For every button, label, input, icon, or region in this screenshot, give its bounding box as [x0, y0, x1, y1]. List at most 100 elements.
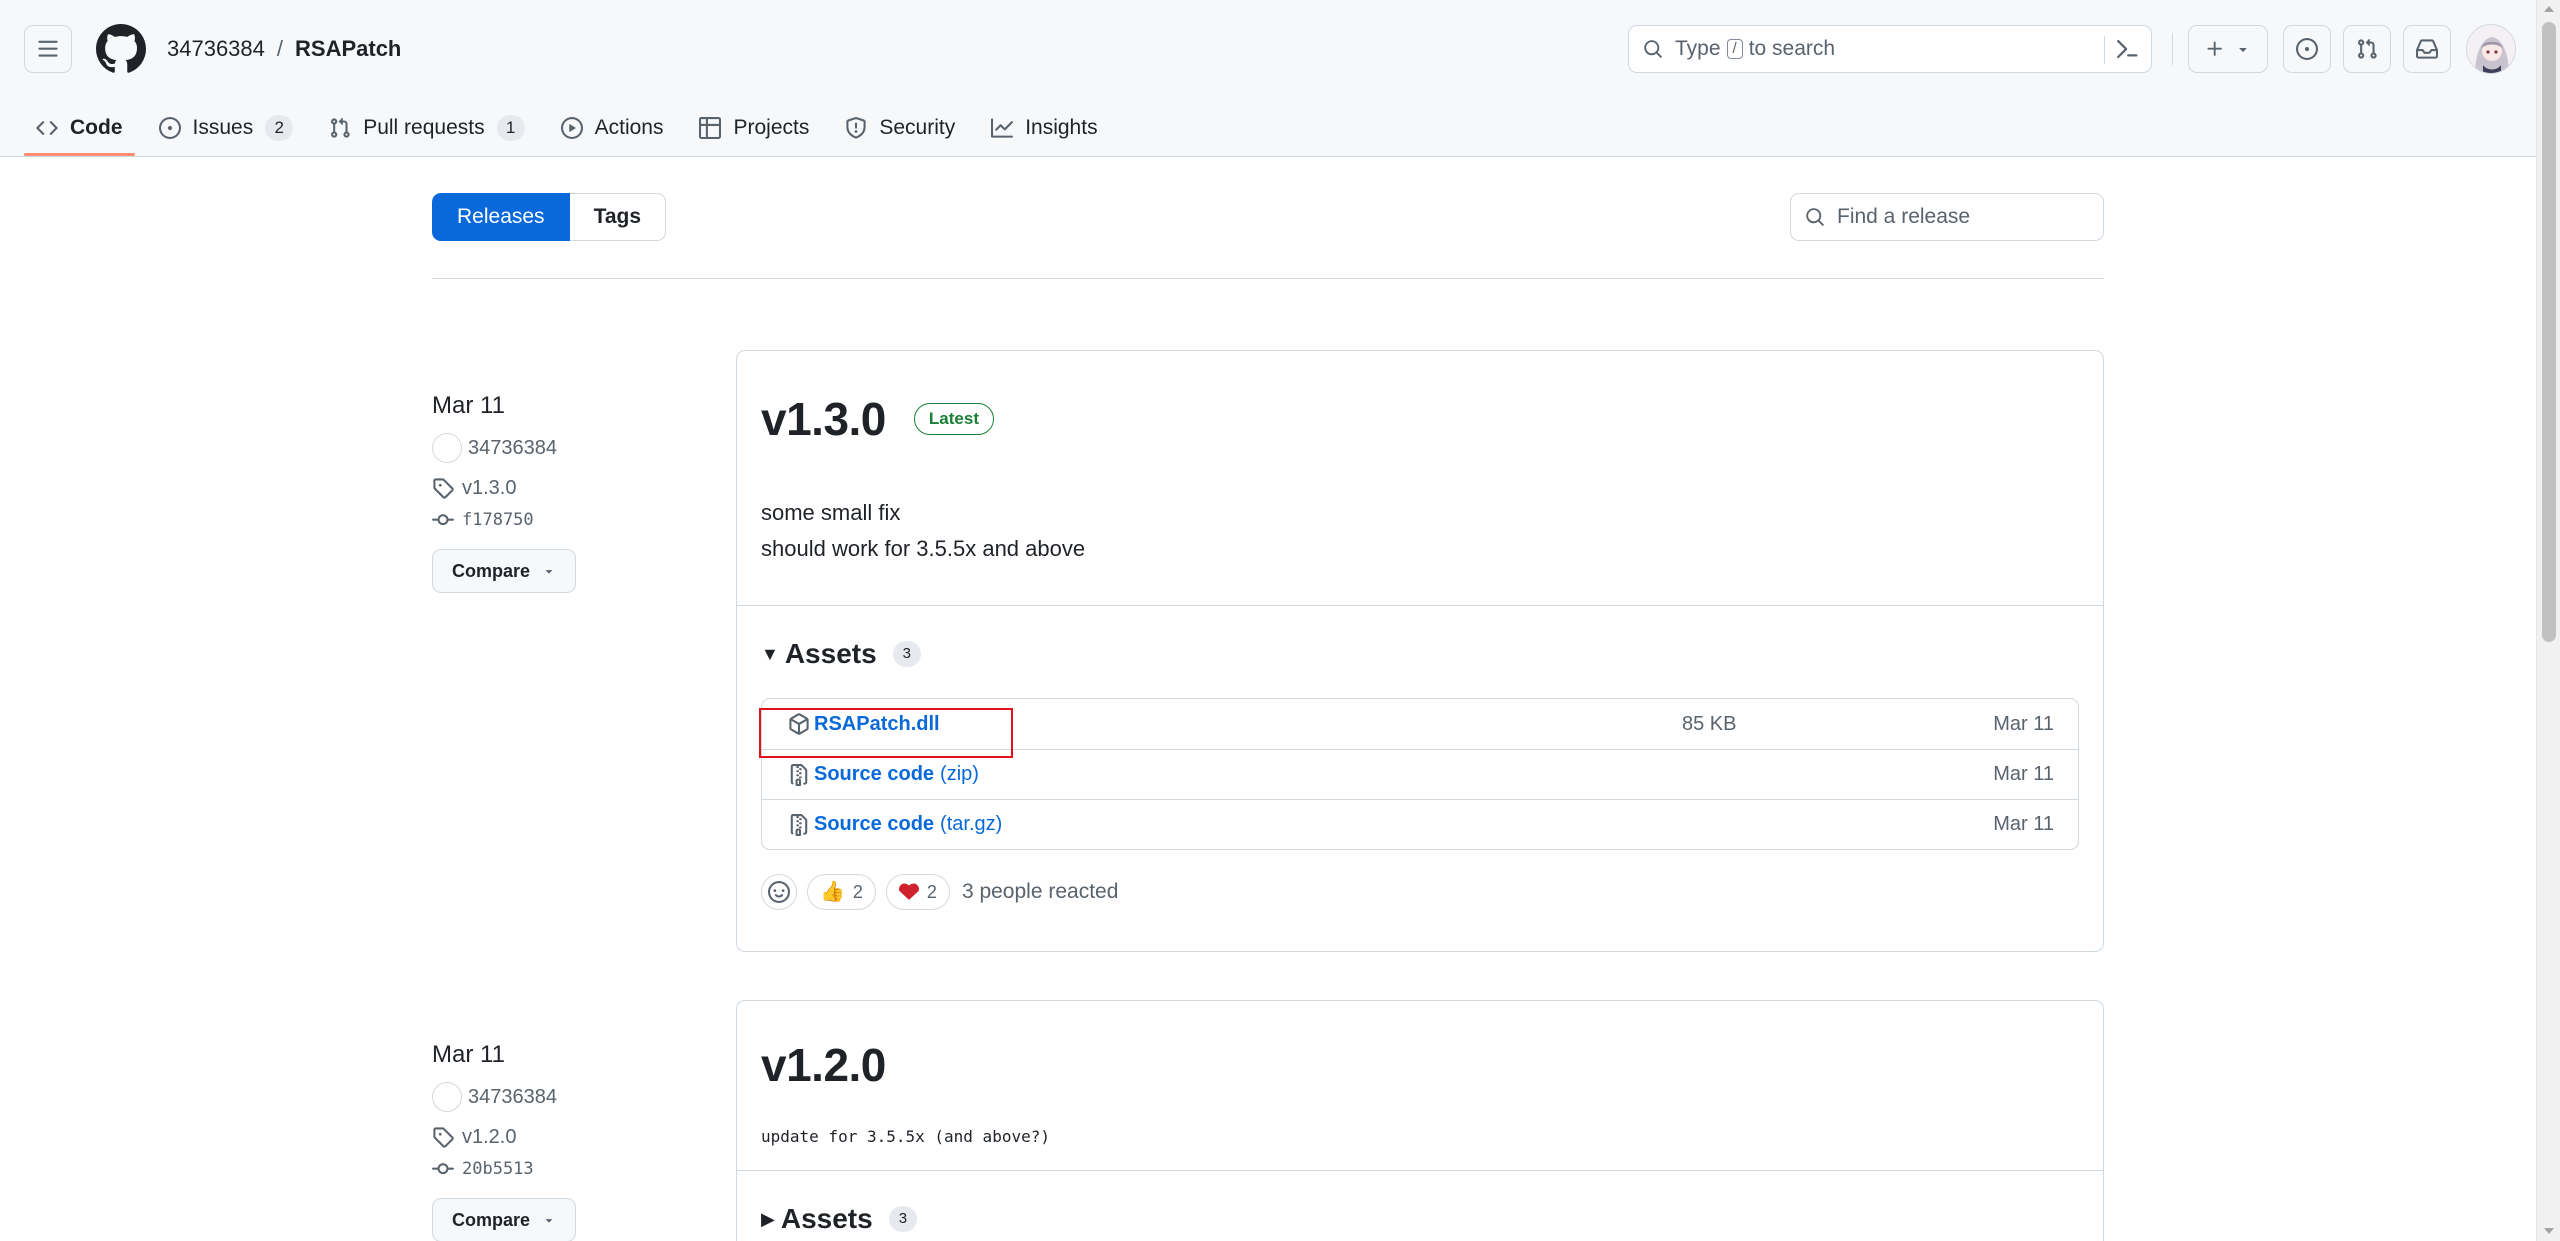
- triangle-down-icon: [2239, 48, 2247, 52]
- global-search-input[interactable]: Type / to search: [1628, 25, 2152, 73]
- triangle-down-icon: [545, 570, 553, 574]
- latest-badge: Latest: [913, 403, 994, 435]
- shield-icon: [846, 117, 866, 139]
- tab-actions[interactable]: Actions: [549, 100, 676, 156]
- tag-icon: [433, 1127, 454, 1148]
- file-zip-icon: [790, 763, 808, 786]
- tag-icon: [433, 478, 454, 499]
- tab-insights[interactable]: Insights: [979, 100, 1109, 156]
- release-card-v1-3-0: v1.3.0 Latest some small fix should work…: [736, 350, 2104, 952]
- tab-code-label: Code: [70, 116, 123, 139]
- tags-tab[interactable]: Tags: [569, 193, 667, 241]
- tab-actions-label: Actions: [594, 116, 664, 139]
- release-author[interactable]: 34736384: [432, 1082, 576, 1112]
- release-commit-link[interactable]: f178750: [432, 507, 576, 533]
- pull-requests-button[interactable]: [2343, 25, 2391, 73]
- asset-row[interactable]: Source code (zip) Mar 11: [762, 749, 2078, 799]
- compare-button[interactable]: Compare: [432, 549, 576, 593]
- asset-name-link[interactable]: RSAPatch.dll: [814, 713, 940, 736]
- page-scrollbar[interactable]: [2536, 0, 2560, 1241]
- asset-suffix: (zip): [940, 763, 979, 785]
- repo-nav: Code Issues 2 Pull requests 1 Actions Pr…: [24, 100, 1122, 156]
- release-notes: some small fix should work for 3.5.5x an…: [761, 495, 2079, 567]
- asset-name-link[interactable]: Source code: [814, 763, 934, 786]
- assets-count: 3: [888, 1206, 918, 1232]
- assets-toggle[interactable]: ▼ Assets 3: [761, 638, 2079, 670]
- issues-counter: 2: [265, 115, 294, 141]
- menu-button[interactable]: [24, 25, 72, 73]
- section-divider: [432, 278, 2104, 279]
- compare-button[interactable]: Compare: [432, 1198, 576, 1241]
- asset-date: Mar 11: [1993, 712, 2054, 735]
- issue-opened-icon: [158, 117, 181, 139]
- create-new-button[interactable]: [2188, 25, 2268, 73]
- release-author[interactable]: 34736384: [432, 433, 576, 463]
- header-divider: [2172, 33, 2173, 65]
- search-icon: [1806, 208, 1824, 226]
- breadcrumb-repo-link[interactable]: RSAPatch: [295, 35, 401, 63]
- search-placeholder: Type / to search: [1675, 37, 1835, 61]
- release-tag-label: v1.3.0: [462, 476, 517, 499]
- tab-pull-requests[interactable]: Pull requests 1: [317, 100, 536, 156]
- releases-tags-switch: Releases Tags: [432, 193, 667, 241]
- triangle-right-icon: ▶: [761, 1208, 775, 1229]
- asset-row[interactable]: RSAPatch.dll 85 KB Mar 11: [762, 699, 2078, 749]
- find-release-input[interactable]: Find a release: [1790, 193, 2104, 241]
- search-placeholder-prefix: Type: [1675, 37, 1721, 60]
- scroll-down-arrow-icon[interactable]: [2544, 1228, 2554, 1234]
- release-card-v1-2-0: v1.2.0 update for 3.5.5x (and above?) ▶ …: [736, 1000, 2104, 1241]
- heart-icon: [898, 883, 919, 900]
- add-reaction-button[interactable]: [761, 874, 797, 910]
- thumbs-up-reaction[interactable]: 👍 2: [807, 874, 876, 910]
- tab-security[interactable]: Security: [833, 100, 967, 156]
- inbox-button[interactable]: [2403, 25, 2451, 73]
- author-avatar: [432, 1082, 462, 1112]
- tab-projects-label: Projects: [733, 116, 810, 139]
- assets-count: 3: [892, 641, 922, 667]
- play-icon: [560, 117, 583, 139]
- github-logo-icon[interactable]: [96, 24, 146, 74]
- asset-size: 85 KB: [1682, 712, 1737, 735]
- breadcrumb-owner-link[interactable]: 34736384: [167, 35, 265, 63]
- issue-opened-icon: [2296, 38, 2318, 60]
- asset-date: Mar 11: [1993, 813, 2054, 835]
- release-tag-link[interactable]: v1.3.0: [432, 475, 576, 501]
- tab-issues[interactable]: Issues 2: [147, 100, 306, 156]
- code-icon: [36, 121, 58, 135]
- assets-toggle[interactable]: ▶ Assets 3: [761, 1203, 2079, 1235]
- card-divider: [737, 605, 2103, 606]
- global-header: 34736384 / RSAPatch Type / to search Cod…: [0, 0, 2536, 157]
- scroll-up-arrow-icon[interactable]: [2544, 6, 2554, 12]
- issues-button[interactable]: [2283, 25, 2331, 73]
- release-author-name: 34736384: [468, 1085, 557, 1108]
- heart-reaction[interactable]: 2: [885, 874, 950, 910]
- smiley-icon: [768, 881, 790, 903]
- tab-code[interactable]: Code: [24, 100, 135, 156]
- breadcrumb-separator: /: [276, 36, 284, 61]
- command-palette-icon[interactable]: [2115, 37, 2139, 61]
- author-avatar: [432, 433, 462, 463]
- release-date: Mar 11: [432, 1041, 505, 1068]
- release-commit-sha: 20b5513: [462, 1159, 534, 1179]
- triangle-down-icon: [545, 1219, 553, 1223]
- release-commit-link[interactable]: 20b5513: [432, 1156, 576, 1182]
- asset-name-link[interactable]: Source code: [814, 813, 934, 836]
- assets-list: RSAPatch.dll 85 KB Mar 11 Source code (z…: [761, 698, 2079, 850]
- release-tag-label: v1.2.0: [462, 1125, 517, 1148]
- release-title[interactable]: v1.2.0: [761, 1038, 886, 1092]
- graph-icon: [991, 118, 1014, 138]
- release-tag-link[interactable]: v1.2.0: [432, 1124, 576, 1150]
- plus-icon: [2207, 41, 2222, 56]
- tab-projects[interactable]: Projects: [687, 100, 821, 156]
- user-avatar[interactable]: [2466, 24, 2516, 74]
- scrollbar-thumb[interactable]: [2542, 22, 2556, 642]
- search-shortcut-key: /: [1726, 39, 1743, 59]
- release-title[interactable]: v1.3.0: [761, 392, 886, 446]
- release-header: v1.2.0: [761, 1001, 2079, 1091]
- release-commit-sha: f178750: [462, 510, 534, 530]
- releases-tab[interactable]: Releases: [432, 193, 570, 241]
- file-zip-icon: [790, 813, 808, 836]
- hamburger-icon: [38, 40, 58, 57]
- compare-label: Compare: [451, 560, 531, 581]
- asset-row[interactable]: Source code (tar.gz) Mar 11: [762, 799, 2078, 849]
